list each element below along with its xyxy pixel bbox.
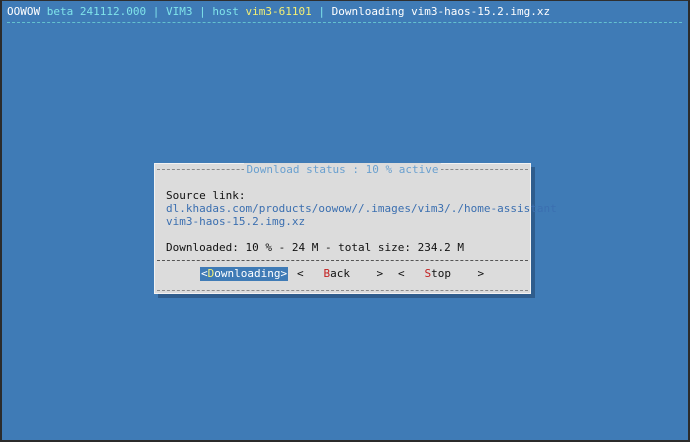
host-label: host <box>212 5 239 18</box>
beta-label: beta <box>46 5 74 18</box>
stop-button[interactable]: < Stop > <box>398 267 484 281</box>
top-divider <box>7 22 682 23</box>
separator: | <box>199 5 206 18</box>
status-text: Downloading vim3-haos-15.2.img.xz <box>331 5 551 18</box>
separator: | <box>152 5 160 18</box>
host-name: vim3-61101 <box>245 5 312 18</box>
separator: | <box>318 5 325 18</box>
source-url-line2[interactable]: vim3-haos-15.2.img.xz <box>166 215 305 228</box>
source-label: Source link: <box>166 189 246 202</box>
downloading-button[interactable]: <Downloading> <box>200 267 289 281</box>
download-status-dialog: Download status : 10 % active Source lin… <box>154 163 557 294</box>
dialog-title: Download status : 10 % active <box>155 163 530 176</box>
status-bar: OOWOW beta 241112.000 | VIM3 | host vim3… <box>7 5 550 18</box>
version-number: 241112.000 <box>79 5 147 18</box>
board-name: VIM3 <box>165 5 193 18</box>
source-url-line1[interactable]: dl.khadas.com/products/oowow//.images/vi… <box>166 202 557 215</box>
app-name: OOWOW <box>7 5 41 18</box>
progress-text: Downloaded: 10 % - 24 M - total size: 23… <box>166 241 465 254</box>
button-divider <box>157 260 528 261</box>
dialog-title-text: Download status : 10 % active <box>244 163 441 176</box>
back-button[interactable]: < Back > <box>297 267 383 281</box>
